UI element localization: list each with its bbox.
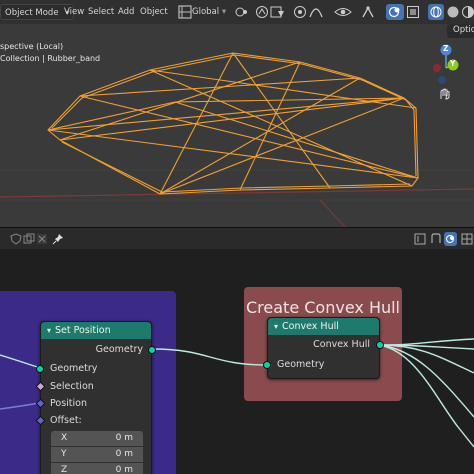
offset-x-value: 0 m — [115, 433, 133, 443]
position-label: Position — [50, 398, 87, 409]
offset-y-axis: Y — [61, 449, 67, 459]
input-geometry-label: Geometry — [50, 363, 98, 374]
orientation-dropdown[interactable]: Global ▾ — [192, 4, 226, 20]
options-button[interactable]: Option — [447, 24, 474, 38]
shading-material-icon[interactable] — [461, 5, 474, 22]
proportional-edit-icon[interactable] — [293, 5, 307, 22]
gizmo-toggle-icon[interactable] — [360, 5, 376, 22]
set-position-title: Set Position — [55, 325, 111, 336]
link-hull-out-5 — [378, 344, 474, 448]
offset-label: Offset: — [50, 415, 82, 426]
offset-y-field[interactable]: Y 0 m — [51, 447, 143, 462]
offset-z-value: 0 m — [115, 465, 133, 474]
offset-x-axis: X — [61, 433, 68, 443]
collection-text: Collection | Rubber_band — [0, 54, 101, 63]
pivot-icon[interactable] — [234, 5, 250, 22]
set-position-node[interactable]: ▾ Set Position Geometry Geometry Selectio… — [35, 321, 156, 474]
menu-view[interactable]: View — [64, 4, 84, 20]
menu-object[interactable]: Object — [140, 4, 168, 20]
link-into-position — [0, 402, 40, 410]
convex-hull-output-socket[interactable] — [376, 341, 384, 349]
shading-solid-icon[interactable] — [446, 5, 460, 22]
link-setpos-to-hull — [151, 348, 269, 366]
selection-label: Selection — [50, 381, 94, 392]
set-position-header[interactable]: ▾ Set Position — [41, 322, 151, 339]
convex-hull-wireframe — [0, 52, 474, 227]
snap-target-icon[interactable] — [270, 5, 286, 22]
options-label: Option — [453, 25, 474, 35]
orientation-label: Global — [192, 7, 220, 17]
navigation-gizmo[interactable]: Z Y — [426, 44, 466, 100]
convex-hull-input-socket[interactable] — [263, 361, 271, 369]
menu-select[interactable]: Select — [88, 4, 114, 20]
convex-hull-title: Convex Hull — [282, 321, 339, 332]
xray-toggle-icon[interactable] — [406, 5, 420, 22]
menu-add[interactable]: Add — [118, 4, 134, 20]
falloff-icon[interactable] — [309, 5, 323, 22]
transform-orientation-icon[interactable] — [178, 5, 192, 22]
link-into-geometry — [0, 354, 42, 369]
convex-hull-input-label: Geometry — [277, 359, 325, 370]
convex-hull-node[interactable]: ▾ Convex Hull Convex Hull Geometry — [263, 317, 384, 379]
offset-z-field[interactable]: Z 0 m — [51, 463, 143, 474]
output-geometry-socket[interactable] — [148, 346, 156, 354]
snap-icon[interactable] — [255, 5, 269, 22]
offset-y-value: 0 m — [115, 449, 133, 459]
y-axis-line — [319, 199, 346, 227]
convex-hull-header[interactable]: ▾ Convex Hull — [268, 318, 379, 335]
collapse-chevron-icon[interactable]: ▾ — [47, 326, 51, 335]
visibility-eye-icon[interactable] — [334, 5, 352, 22]
offset-z-axis: Z — [61, 465, 68, 474]
viewport-header: Object Mode View Select Add Object Globa… — [0, 0, 474, 24]
collapse-chevron-icon[interactable]: ▾ — [274, 322, 278, 331]
input-geometry-socket[interactable] — [36, 365, 44, 373]
convex-hull-output-label: Convex Hull — [313, 339, 370, 350]
view-name-text: spective (Local) — [0, 42, 64, 51]
overlays-toggle-icon[interactable] — [386, 4, 404, 20]
gizmo-z-label: Z — [443, 44, 449, 53]
shading-wireframe-icon[interactable] — [428, 4, 444, 20]
object-mode-dropdown[interactable]: Object Mode — [0, 4, 74, 21]
hand-pan-icon[interactable] — [435, 88, 457, 100]
link-hull-out-1 — [378, 338, 474, 346]
3d-viewport[interactable]: Object Mode View Select Add Object Globa… — [0, 0, 474, 227]
node-editor[interactable]: Create Convex Hull ▾ Set Position Geometr… — [0, 227, 474, 474]
offset-x-field[interactable]: X 0 m — [51, 431, 143, 446]
gizmo-y-label: Y — [450, 59, 456, 68]
output-geometry-label: Geometry — [95, 344, 143, 355]
